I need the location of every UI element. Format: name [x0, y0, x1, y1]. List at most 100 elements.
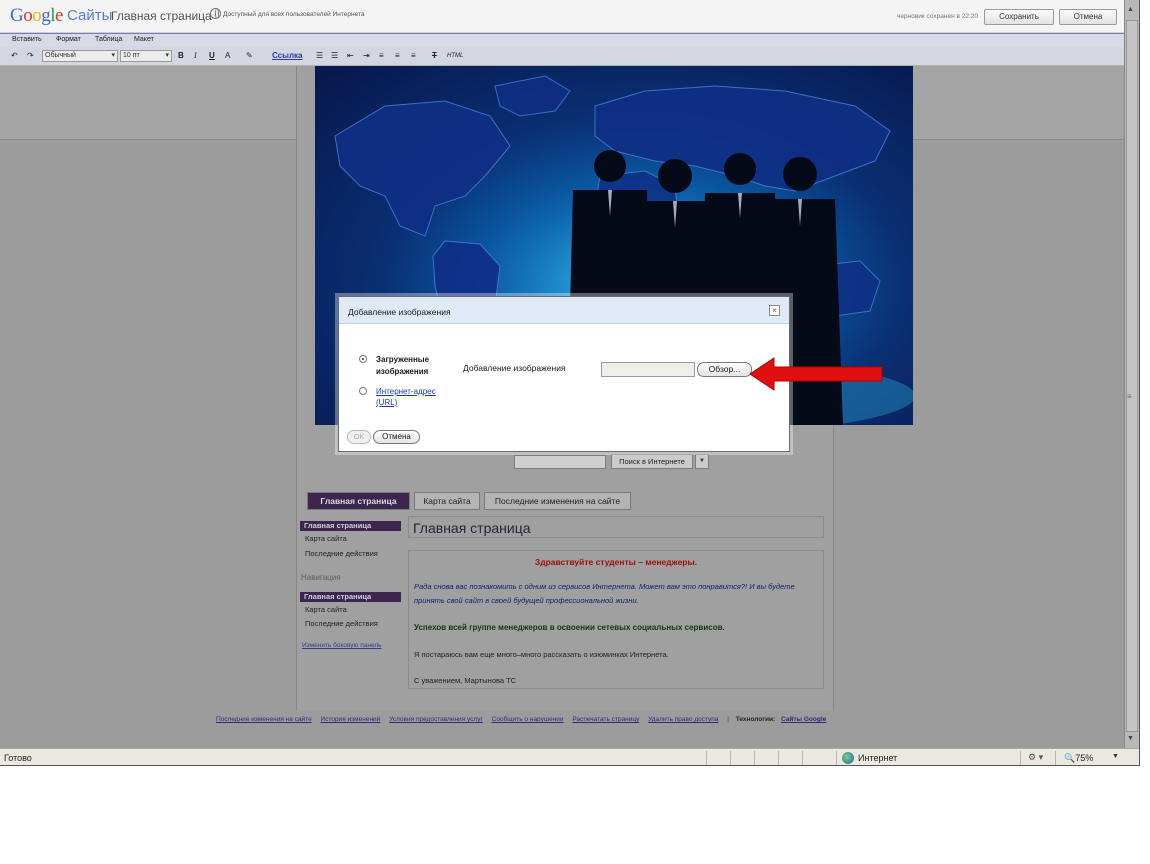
highlight-icon[interactable]: ✎: [246, 51, 253, 60]
editor-toolbar: ↶ ↷ Обычный ▾ 10 пт ▾ B I U A ✎ Ссылка ☰ ☰…: [0, 47, 1124, 66]
site-footer: Последние изменения на сайте История изм…: [216, 716, 826, 723]
clear-format-icon[interactable]: T: [432, 51, 437, 60]
statusbar-divider: [802, 751, 803, 765]
statusbar-divider: [1020, 751, 1021, 765]
header-cancel-button[interactable]: Отмена: [1059, 9, 1117, 25]
insert-image-dialog: Добавление изображения × Загруженные изо…: [338, 296, 790, 452]
google-logo-letter: o: [32, 5, 42, 26]
sidebar-item-sitemap-2[interactable]: Карта сайта: [305, 605, 347, 614]
menu-format[interactable]: Формат: [56, 36, 81, 43]
sidebar-nav-label: Навигация: [301, 573, 341, 582]
protected-mode-icon[interactable]: ⚙ ▾: [1028, 752, 1043, 763]
tab-home[interactable]: Главная страница: [307, 492, 410, 510]
file-path-input[interactable]: [601, 362, 695, 377]
style-select[interactable]: Обычный ▾: [42, 50, 118, 62]
menu-table[interactable]: Таблица: [95, 36, 122, 43]
chevron-down-icon: ▾: [165, 52, 169, 59]
undo-icon[interactable]: ↶: [11, 51, 18, 60]
page-title: Главная страница: [413, 520, 531, 536]
status-text: Готово: [4, 753, 32, 763]
footer-link-terms[interactable]: Условия предоставления услуг: [389, 716, 483, 723]
browse-button[interactable]: Обзор...: [697, 362, 752, 377]
scroll-up-arrow-icon[interactable]: ▲: [1127, 6, 1134, 13]
dialog-titlebar: Добавление изображения ×: [339, 297, 789, 324]
sidebar-item-sitemap[interactable]: Карта сайта: [305, 534, 347, 543]
google-logo-letter: g: [41, 5, 51, 26]
statusbar-divider: [706, 751, 707, 765]
web-search-button[interactable]: Поиск в Интернете: [611, 454, 693, 469]
statusbar-divider: [1055, 751, 1056, 765]
html-button[interactable]: HTML: [447, 53, 463, 59]
footer-separator: |: [727, 716, 729, 723]
content-body: Здравствуйте студенты – менеджеры. Рада …: [408, 550, 824, 689]
scroll-down-arrow-icon[interactable]: ▼: [1127, 735, 1134, 742]
save-button[interactable]: Сохранить: [984, 9, 1054, 25]
footer-link-print[interactable]: Распечатать страницу: [572, 716, 639, 723]
editor-menubar: Вставить Формат Таблица Макет: [0, 33, 1124, 47]
sidebar-head-home-2[interactable]: Главная страница: [300, 592, 401, 602]
zoom-level[interactable]: 🔍75%: [1064, 753, 1093, 764]
indent-more-icon[interactable]: ⇥: [363, 51, 370, 60]
google-sites-header: Google Сайты Главная страница Доступный …: [0, 0, 1124, 33]
numbered-list-icon[interactable]: ☰: [316, 51, 323, 60]
statusbar-divider: [754, 751, 755, 765]
google-logo-letter: o: [23, 5, 33, 26]
statusbar-divider: [778, 751, 779, 765]
red-arrow-icon: [750, 357, 883, 391]
size-select-value: 10 пт: [123, 52, 140, 59]
dialog-cancel-button[interactable]: Отмена: [373, 430, 420, 444]
radio-uploaded-images[interactable]: [359, 355, 367, 363]
radio-web-address[interactable]: [359, 387, 367, 395]
size-select[interactable]: 10 пт ▾: [120, 50, 172, 62]
bullet-list-icon[interactable]: ☰: [331, 51, 338, 60]
option-uploaded-images-label[interactable]: Загруженные изображения: [376, 354, 448, 378]
google-logo-letter: G: [10, 5, 24, 26]
statusbar-divider: [836, 751, 837, 765]
search-dropdown-chevron-icon[interactable]: ▼: [695, 454, 709, 469]
chevron-down-icon: ▾: [111, 52, 115, 59]
add-image-field-label: Добавление изображения: [463, 363, 566, 373]
bold-button[interactable]: B: [178, 51, 184, 60]
tab-recent-changes[interactable]: Последние изменения на сайте: [484, 492, 631, 510]
google-logo-letter: e: [55, 5, 63, 26]
italic-button[interactable]: I: [194, 51, 197, 60]
link-button[interactable]: Ссылка: [272, 51, 303, 60]
close-icon[interactable]: ×: [769, 305, 780, 316]
content-title-box: Главная страница: [408, 516, 824, 538]
success-text: Успехов всей группе менеджеров в освоени…: [414, 623, 725, 632]
footer-link-report[interactable]: Сообщить о нарушении: [492, 716, 564, 723]
google-logo[interactable]: Google: [10, 5, 63, 27]
align-center-icon[interactable]: ≡: [395, 51, 400, 60]
site-search-input[interactable]: [514, 455, 606, 469]
ok-button[interactable]: OK: [347, 430, 371, 444]
footer-link-recent[interactable]: Последние изменения на сайте: [216, 716, 312, 723]
align-left-icon[interactable]: ≡: [379, 51, 384, 60]
browser-window: Google Сайты Главная страница Доступный …: [0, 0, 1140, 766]
tab-sitemap[interactable]: Карта сайта: [414, 492, 480, 510]
style-select-value: Обычный: [45, 52, 76, 59]
sites-logo[interactable]: Сайты: [67, 7, 112, 24]
menu-insert[interactable]: Вставить: [12, 36, 42, 43]
redo-icon[interactable]: ↷: [27, 51, 34, 60]
statusbar-divider: [730, 751, 731, 765]
option-web-address-link[interactable]: Интернет-адрес (URL): [376, 386, 448, 408]
footer-link-remove-access[interactable]: Удалить право доступа: [648, 716, 718, 723]
indent-less-icon[interactable]: ⇤: [347, 51, 354, 60]
sidebar-head-home[interactable]: Главная страница: [300, 521, 401, 531]
sidebar-item-recent[interactable]: Последние действия: [305, 549, 378, 558]
text-color-button[interactable]: A: [225, 51, 230, 60]
dialog-title: Добавление изображения: [348, 307, 451, 317]
globe-icon: [210, 8, 221, 19]
zoom-chevron-down-icon[interactable]: ▼: [1112, 753, 1119, 760]
edit-sidebar-link[interactable]: Изменить боковую панель: [302, 642, 382, 649]
menu-layout[interactable]: Макет: [134, 36, 154, 43]
scrollbar-thumb[interactable]: [1126, 20, 1138, 732]
align-right-icon[interactable]: ≡: [411, 51, 416, 60]
sidebar-item-recent-2[interactable]: Последние действия: [305, 619, 378, 628]
greeting-text: Здравствуйте студенты – менеджеры.: [534, 557, 698, 567]
footer-tech-label: Технологии:: [735, 716, 776, 723]
footer-link-history[interactable]: История изменений: [321, 716, 381, 723]
underline-button[interactable]: U: [209, 51, 215, 60]
browser-statusbar: Готово Интернет ⚙ ▾ 🔍75% ▼: [0, 748, 1139, 765]
footer-google-sites-link[interactable]: Сайты Google: [781, 716, 826, 723]
